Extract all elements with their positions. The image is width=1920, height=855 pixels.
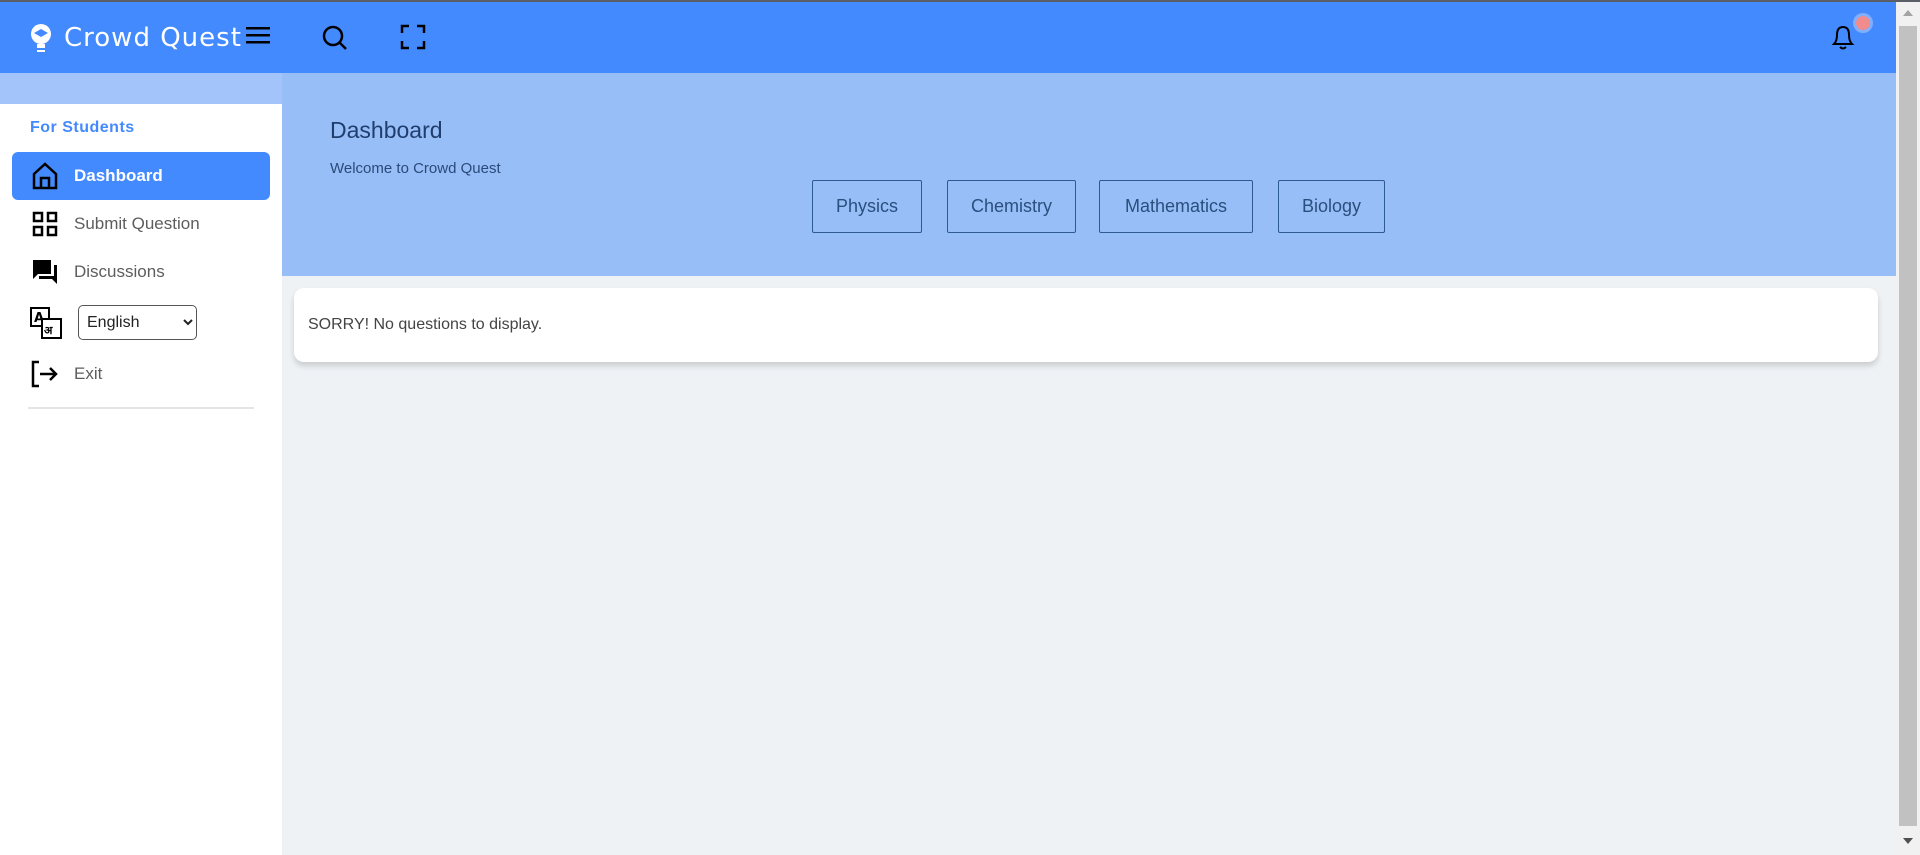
sidebar-item-label: Discussions	[74, 262, 165, 281]
lightbulb-logo-icon	[31, 24, 51, 52]
chat-icon	[30, 257, 60, 287]
subject-button-chemistry[interactable]: Chemistry	[947, 180, 1076, 233]
subject-button-mathematics[interactable]: Mathematics	[1099, 180, 1253, 233]
grid-icon	[30, 209, 60, 239]
language-select[interactable]: English	[78, 305, 197, 340]
home-icon	[30, 161, 60, 191]
sidebar-item-label: Submit Question	[74, 214, 200, 233]
app-name: Crowd Quest	[64, 23, 242, 53]
search-icon[interactable]	[321, 24, 349, 52]
sidebar-item-submit-question[interactable]: Submit Question	[12, 200, 270, 248]
sidebar-item-exit[interactable]: Exit	[12, 350, 270, 398]
scroll-up-icon[interactable]	[1903, 10, 1913, 16]
page-title: Dashboard	[330, 117, 443, 143]
dashboard-banner: Dashboard Welcome to Crowd Quest Physics…	[282, 73, 1896, 276]
bell-icon[interactable]	[1830, 22, 1856, 52]
svg-text:अ: अ	[44, 324, 53, 337]
scrollbar[interactable]	[1896, 2, 1920, 855]
language-selector: Aअ English	[30, 305, 197, 340]
exit-icon	[30, 359, 60, 389]
translate-icon: Aअ	[30, 306, 62, 339]
sidebar-item-label: Exit	[74, 364, 103, 383]
app-logo[interactable]: Crowd Quest	[28, 22, 242, 54]
fullscreen-icon[interactable]	[400, 24, 426, 50]
subject-button-physics[interactable]: Physics	[812, 180, 922, 233]
empty-questions-card: SORRY! No questions to display.	[294, 288, 1878, 362]
subject-button-biology[interactable]: Biology	[1278, 180, 1385, 233]
sidebar-item-label: Dashboard	[74, 166, 163, 185]
scrollbar-thumb[interactable]	[1899, 26, 1917, 826]
sidebar-strip	[0, 73, 282, 104]
section-heading: For Students	[30, 119, 135, 136]
page-subtitle: Welcome to Crowd Quest	[330, 160, 501, 177]
empty-message: SORRY! No questions to display.	[308, 316, 543, 333]
sidebar-divider	[28, 407, 254, 409]
notification-dot	[1856, 16, 1870, 30]
scroll-down-icon[interactable]	[1903, 838, 1913, 844]
sidebar-item-dashboard[interactable]: Dashboard	[12, 152, 270, 200]
sidebar: For Students Dashboard Submit Question D…	[0, 73, 282, 855]
top-header: Crowd Quest	[0, 2, 1896, 73]
menu-icon[interactable]	[246, 26, 270, 46]
sidebar-item-discussions[interactable]: Discussions	[12, 248, 270, 296]
